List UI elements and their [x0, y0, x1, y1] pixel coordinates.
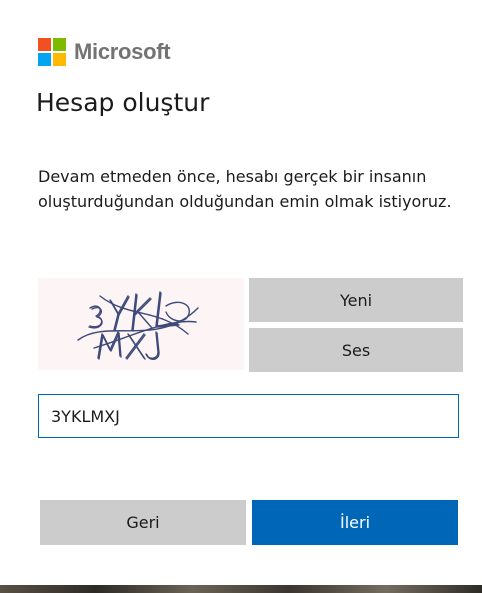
- logo-square-yellow: [53, 53, 66, 66]
- logo-square-blue: [38, 53, 51, 66]
- brand-name: Microsoft: [74, 39, 171, 64]
- page-description: Devam etmeden önce, hesabı gerçek bir in…: [38, 167, 452, 211]
- new-captcha-button[interactable]: Yeni: [249, 278, 463, 322]
- captcha-image: [38, 278, 244, 370]
- audio-captcha-button[interactable]: Ses: [249, 328, 463, 372]
- captcha-input[interactable]: [38, 394, 459, 438]
- microsoft-squares-icon: [38, 38, 66, 66]
- logo-square-red: [38, 38, 51, 51]
- background-edge: [0, 585, 482, 593]
- page-title: Hesap oluştur: [36, 88, 210, 117]
- next-button[interactable]: İleri: [252, 500, 458, 545]
- logo-square-green: [53, 38, 66, 51]
- microsoft-logo: Microsoft: [38, 38, 171, 66]
- back-button[interactable]: Geri: [40, 500, 246, 545]
